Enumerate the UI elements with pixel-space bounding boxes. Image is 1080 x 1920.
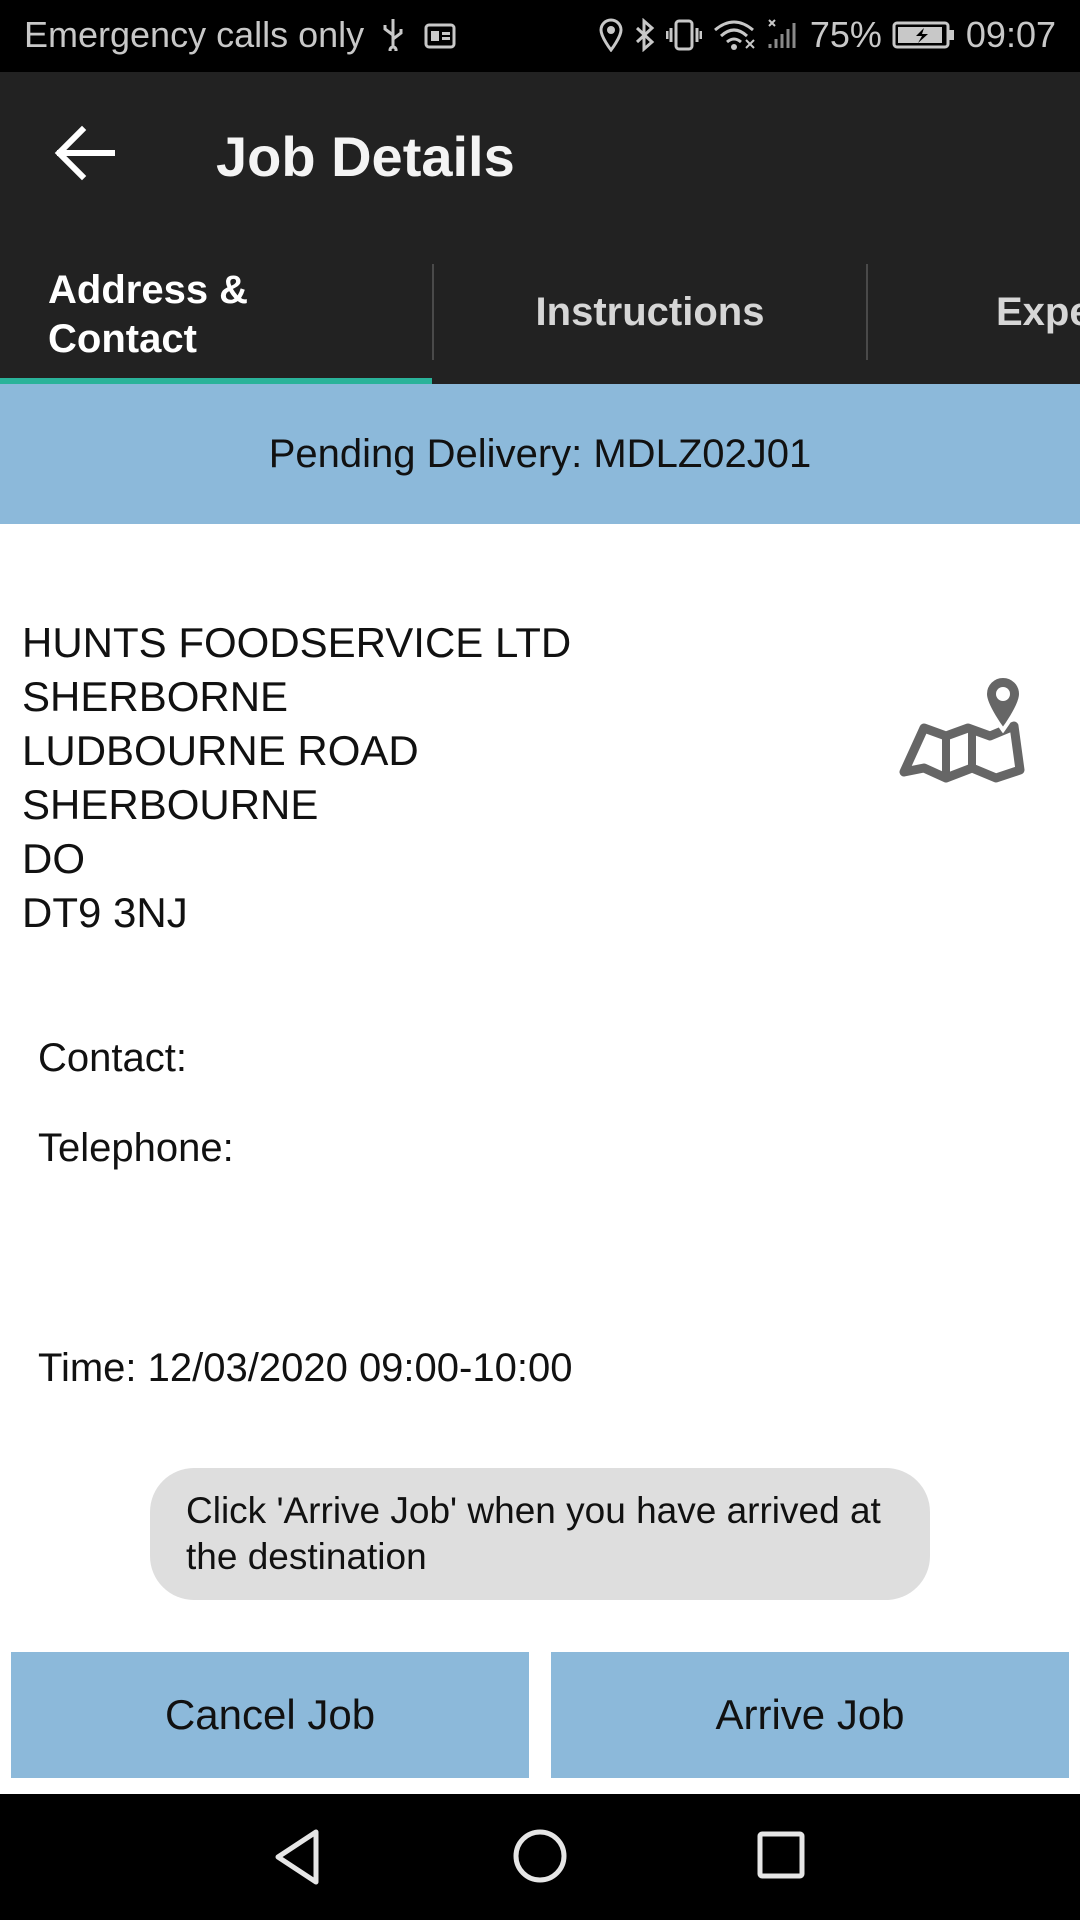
vibrate-icon — [665, 19, 702, 51]
address-line: DT9 3NJ — [22, 889, 188, 936]
tab-bar: Address & Contact Instructions Expe — [0, 262, 1080, 384]
location-icon — [599, 18, 623, 52]
contact-label: Contact: — [38, 1036, 187, 1080]
clock: 09:07 — [965, 14, 1056, 55]
tab-instructions[interactable]: Instructions — [434, 262, 866, 384]
arrive-job-button[interactable]: Arrive Job — [551, 1652, 1069, 1778]
cancel-job-button[interactable]: Cancel Job — [11, 1652, 529, 1778]
hint-bubble: Click 'Arrive Job' when you have arrived… — [150, 1468, 930, 1600]
system-nav-bar — [0, 1794, 1080, 1920]
telephone-label: Telephone: — [38, 1126, 234, 1170]
carrier-text: Emergency calls only — [24, 14, 365, 55]
battery-charging-icon — [892, 21, 954, 49]
address-line: LUDBOURNE ROAD — [22, 727, 419, 774]
tab-label: Address & Contact — [48, 268, 249, 361]
status-bar: Emergency calls only 75% 09:07 — [0, 0, 1080, 72]
banner-text: Pending Delivery: MDLZ02J01 — [268, 432, 812, 476]
address-line: SHERBORNE — [22, 673, 289, 720]
time-label: Time: 12/03/2020 09:00-10:00 — [38, 1346, 573, 1390]
signal-icon — [768, 19, 796, 48]
tab-address-contact[interactable]: Address & Contact — [0, 262, 432, 384]
page-title: Job Details — [216, 125, 515, 188]
address-line: HUNTS FOODSERVICE LTD — [22, 619, 572, 666]
sim-card-icon — [424, 23, 456, 49]
usb-icon — [383, 19, 403, 55]
arrow-left-icon[interactable] — [50, 118, 120, 188]
tab-label: Expe — [996, 290, 1080, 334]
wifi-icon — [713, 20, 755, 50]
tab-divider — [432, 264, 434, 360]
battery-percent: 75% — [809, 14, 882, 55]
home-circle-icon[interactable] — [512, 1828, 568, 1884]
map-pin-icon[interactable] — [896, 670, 1028, 790]
tab-expenses[interactable]: Expe — [868, 262, 1080, 384]
status-right: 75% 09:07 — [598, 14, 1056, 56]
recents-square-icon[interactable] — [756, 1830, 806, 1880]
address-line: DO — [22, 835, 85, 882]
address-block: HUNTS FOODSERVICE LTD SHERBORNE LUDBOURN… — [22, 616, 571, 940]
tab-divider — [866, 264, 868, 360]
address-line: SHERBOURNE — [22, 781, 319, 828]
bluetooth-icon — [635, 18, 655, 52]
status-banner: Pending Delivery: MDLZ02J01 — [0, 384, 1080, 524]
status-left: Emergency calls only — [24, 14, 456, 56]
tab-label: Instructions — [535, 290, 765, 334]
back-triangle-icon[interactable] — [272, 1828, 322, 1886]
